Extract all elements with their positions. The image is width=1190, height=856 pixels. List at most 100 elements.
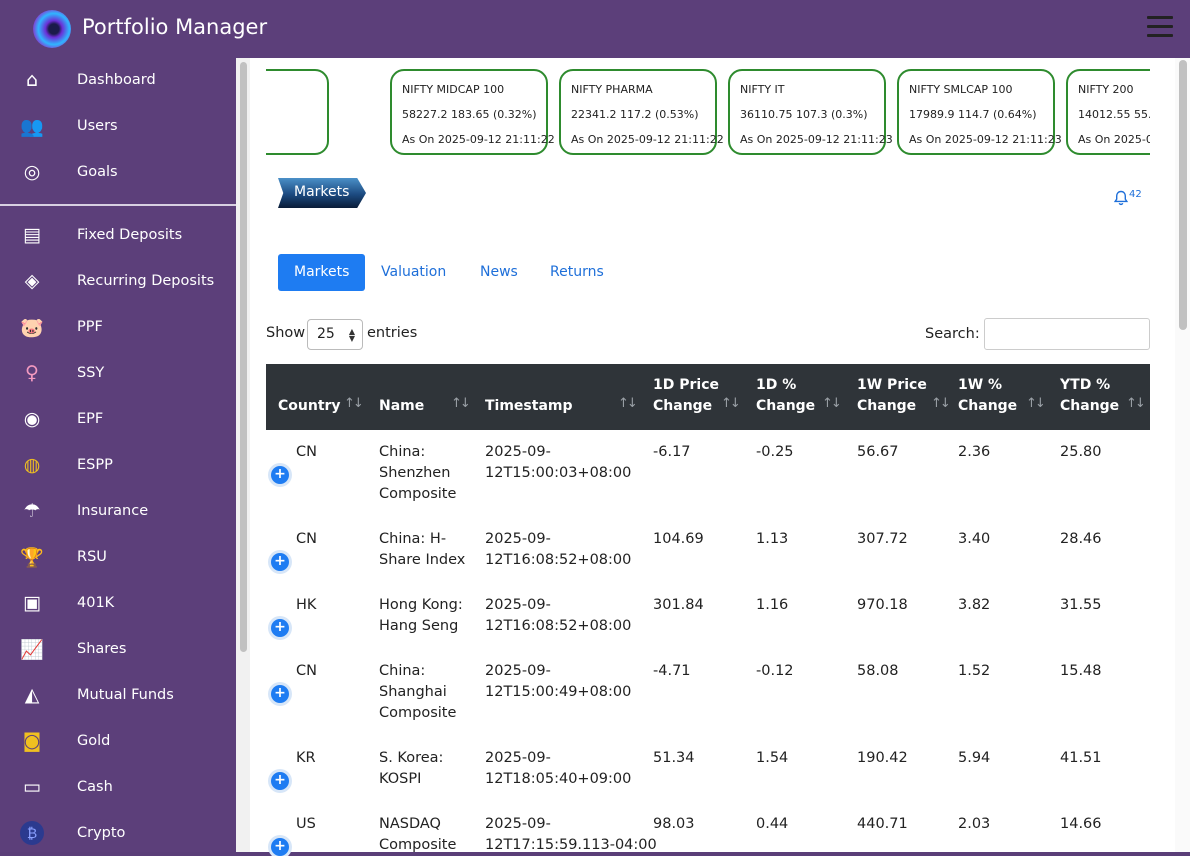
sort-arrows-icon[interactable]: ↑↓ (1026, 396, 1046, 411)
entries-select[interactable]: 25 ▲ ▼ (307, 319, 363, 350)
column-header-label: 1W % (958, 377, 1003, 393)
column-header[interactable]: Timestamp (485, 396, 573, 417)
ticker-card[interactable]: NIFTY MIDCAP 100 58227.2 183.65 (0.32%) As… (390, 69, 555, 155)
sort-arrows-icon[interactable]: ↑↓ (1126, 396, 1146, 411)
gold-coins-icon: ◙ (22, 730, 42, 752)
sidebar-item-label: Recurring Deposits (77, 273, 215, 289)
cell-ts: 2025-09- 12T18:05:40+09:00 (485, 748, 631, 790)
expand-row-icon[interactable]: + (271, 772, 289, 790)
ticker-card[interactable]: NIFTY SMLCAP 100 17989.9 114.7 (0.64%) As … (897, 69, 1062, 155)
chart-line-icon: 📈 (20, 638, 44, 661)
cell-w1p: 307.72 (857, 531, 908, 547)
table-header: Country ↑↓ Name ↑↓ Timestamp ↑↓ 1D Price Change… (266, 364, 1150, 430)
cell-d1pct: -0.25 (756, 444, 794, 460)
column-header[interactable]: YTD % Change (1060, 375, 1119, 417)
sort-arrows-icon[interactable]: ↑↓ (451, 396, 471, 411)
sidebar-item-label: Fixed Deposits (77, 227, 183, 243)
cell-ts-line: 12T15:00:03+08:00 (485, 465, 632, 481)
expand-row-icon[interactable]: + (271, 619, 289, 637)
sort-arrows-icon[interactable]: ↑↓ (721, 396, 741, 411)
page-scrollbar[interactable] (1175, 58, 1190, 852)
ticker-card[interactable]: 0.38%)-12 21:11:22 (266, 69, 329, 155)
sort-arrows-icon[interactable]: ↑↓ (931, 396, 951, 411)
sidebar-item-espp[interactable]: ◍ ESPP (0, 445, 236, 485)
tab-valuation[interactable]: Valuation (381, 254, 446, 291)
cell-d1p: 98.03 (653, 816, 695, 832)
sort-arrows-icon[interactable]: ↑↓ (618, 396, 638, 411)
ticker-card[interactable]: NIFTY 200 14012.55 55.5 As On 2025-0 (1066, 69, 1150, 155)
column-header[interactable]: Name (379, 396, 424, 417)
cell-name-line: Composite (379, 837, 457, 853)
cell-country: CN (296, 444, 317, 460)
sidebar-item-dashboard[interactable]: ⌂ Dashboard (0, 60, 236, 100)
cell-ts: 2025-09- 12T16:08:52+08:00 (485, 529, 631, 571)
cell-w1p: 56.67 (857, 444, 899, 460)
column-header[interactable]: 1W % Change (958, 375, 1017, 417)
cell-ts-line: 2025-09- (485, 444, 551, 460)
tab-news[interactable]: News (480, 254, 518, 291)
expand-row-icon[interactable]: + (271, 838, 289, 856)
sort-arrows-icon[interactable]: ↑↓ (822, 396, 842, 411)
sidebar-item-mutual-funds[interactable]: ◭ Mutual Funds (0, 675, 236, 715)
sidebar-item-cash[interactable]: ▭ Cash (0, 767, 236, 807)
sidebar-item-label: Mutual Funds (77, 687, 174, 703)
sidebar-item-crypto[interactable]: ₿ Crypto (0, 813, 236, 853)
sidebar-item-users[interactable]: 👥 Users (0, 106, 236, 146)
sidebar-item-shares[interactable]: 📈 Shares (0, 629, 236, 669)
cell-w1pct: 3.40 (958, 531, 991, 547)
sidebar-item-goals[interactable]: ◎ Goals (0, 152, 236, 192)
bell-icon[interactable] (1113, 190, 1129, 206)
expand-row-icon[interactable]: + (271, 685, 289, 703)
tab-markets[interactable]: Markets (278, 254, 365, 291)
top-bar: Portfolio Manager (0, 0, 1190, 58)
column-header[interactable]: 1D Price Change (653, 375, 719, 417)
sidebar-item-recurring-deposits[interactable]: ◈ Recurring Deposits (0, 261, 236, 301)
cell-name-line: Shenzhen (379, 465, 451, 481)
cell-ytd: 28.46 (1060, 531, 1102, 547)
search-input[interactable] (984, 318, 1150, 350)
ticker-name: NIFTY MIDCAP 100 (402, 83, 505, 96)
sidebar-item-ssy[interactable]: ♀ SSY (0, 353, 236, 393)
sidebar-item-label: Cash (77, 779, 113, 795)
ticker-date: As On 2025-09-12 21:11:23 (740, 133, 893, 146)
sidebar-item-gold[interactable]: ◙ Gold (0, 721, 236, 761)
hamburger-menu-icon[interactable] (1147, 16, 1173, 38)
index-ticker: 0.38%)-12 21:11:22 NIFTY MIDCAP 100 58227.… (266, 68, 1150, 156)
ticker-value: 58227.2 183.65 (0.32%) (402, 108, 537, 121)
cell-ts-line: 2025-09- (485, 531, 551, 547)
ticker-card[interactable]: NIFTY IT 36110.75 107.3 (0.3%) As On 2025-… (728, 69, 893, 155)
app-title: Portfolio Manager (82, 15, 268, 39)
column-header[interactable]: 1D % Change (756, 375, 815, 417)
column-header-label: Country (278, 398, 341, 414)
cell-ts-line: 2025-09- (485, 663, 551, 679)
sidebar-item-insurance[interactable]: ☂ Insurance (0, 491, 236, 531)
sort-arrows-icon[interactable]: ↑↓ (344, 396, 364, 411)
expand-row-icon[interactable]: + (271, 553, 289, 571)
select-caret-icon: ▲ ▼ (348, 327, 355, 343)
ticker-card[interactable]: NIFTY PHARMA 22341.2 117.2 (0.53%) As On 2… (559, 69, 724, 155)
ticker-name: NIFTY 200 (1078, 83, 1134, 96)
cell-name-line: Hong Kong: (379, 597, 463, 613)
cell-ts-line: 12T17:15:59.113-04:00 (485, 837, 657, 853)
cell-w1p: 58.08 (857, 663, 899, 679)
sidebar-item-epf[interactable]: ◉ EPF (0, 399, 236, 439)
cell-country: HK (296, 597, 317, 613)
tab-returns[interactable]: Returns (550, 254, 604, 291)
column-header[interactable]: 1W Price Change (857, 375, 927, 417)
cell-ytd: 31.55 (1060, 597, 1102, 613)
sidebar-item-rsu[interactable]: 🏆 RSU (0, 537, 236, 577)
expand-row-icon[interactable]: + (271, 466, 289, 484)
sidebar-item-fixed-deposits[interactable]: ▤ Fixed Deposits (0, 215, 236, 255)
sidebar-item-label: Dashboard (77, 72, 156, 88)
cell-name-line: Share Index (379, 552, 466, 568)
notification-count: 42 (1129, 189, 1142, 200)
sidebar-scrollbar[interactable] (236, 58, 250, 852)
cell-d1pct: 1.13 (756, 531, 789, 547)
cell-name: China: H- Share Index (379, 529, 465, 571)
column-header[interactable]: Country (278, 396, 341, 417)
cell-ts-line: 2025-09- (485, 750, 551, 766)
entries-label: entries (367, 325, 418, 341)
cell-name-line: NASDAQ (379, 816, 441, 832)
sidebar-item-401k[interactable]: ▣ 401K (0, 583, 236, 623)
sidebar-item-ppf[interactable]: 🐷 PPF (0, 307, 236, 347)
